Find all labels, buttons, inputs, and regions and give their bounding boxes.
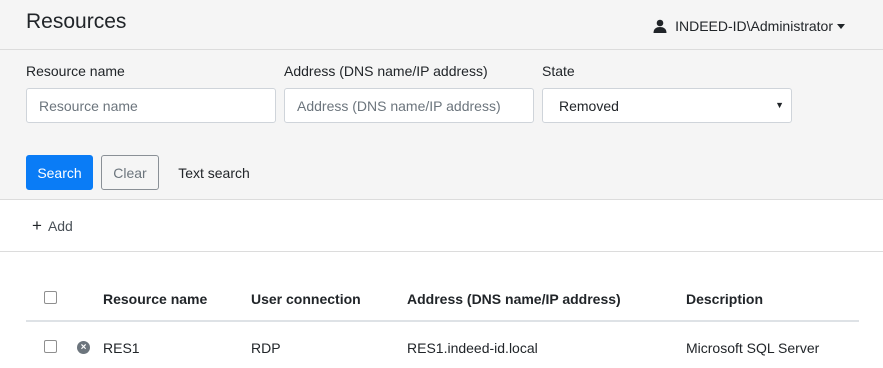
removed-status-icon: × xyxy=(77,341,90,354)
user-menu[interactable]: INDEED-ID\Administrator xyxy=(653,18,845,34)
chevron-down-icon xyxy=(837,24,845,29)
chevron-down-icon: ▼ xyxy=(775,100,784,110)
cell-resource-name[interactable]: RES1 xyxy=(103,340,140,356)
resource-name-label: Resource name xyxy=(26,63,125,79)
plus-icon: + xyxy=(32,216,42,235)
cell-description: Microsoft SQL Server xyxy=(686,340,820,356)
column-header-user-connection[interactable]: User connection xyxy=(251,291,361,307)
select-all-checkbox[interactable] xyxy=(44,291,57,304)
row-checkbox[interactable] xyxy=(44,340,57,353)
cell-address: RES1.indeed-id.local xyxy=(407,340,538,356)
user-name: INDEED-ID\Administrator xyxy=(675,18,833,34)
resources-table: Resource name User connection Address (D… xyxy=(26,280,859,368)
state-selected-value: Removed xyxy=(559,97,619,114)
text-search-link[interactable]: Text search xyxy=(168,155,260,190)
column-header-address[interactable]: Address (DNS name/IP address) xyxy=(407,291,621,307)
toolbar: + Add xyxy=(0,200,883,252)
column-header-resource-name[interactable]: Resource name xyxy=(103,291,207,307)
add-label: Add xyxy=(47,218,73,234)
page-header: Resources INDEED-ID\Administrator xyxy=(0,0,883,50)
add-button[interactable]: + Add xyxy=(32,216,73,235)
user-icon xyxy=(653,19,667,33)
cell-user-connection: RDP xyxy=(251,340,281,356)
state-label: State xyxy=(542,63,575,79)
page-title: Resources xyxy=(26,10,127,33)
address-input[interactable] xyxy=(284,88,534,123)
table-row[interactable]: × RES1 RDP RES1.indeed-id.local Microsof… xyxy=(26,322,859,368)
table-header: Resource name User connection Address (D… xyxy=(26,280,859,322)
state-select[interactable]: Removed ▼ xyxy=(542,88,792,123)
column-header-description[interactable]: Description xyxy=(686,291,763,307)
resource-name-input[interactable] xyxy=(26,88,276,123)
address-label: Address (DNS name/IP address) xyxy=(284,63,488,79)
filter-panel: Resource name Address (DNS name/IP addre… xyxy=(0,50,883,200)
search-button[interactable]: Search xyxy=(26,155,93,190)
clear-button[interactable]: Clear xyxy=(101,155,159,190)
